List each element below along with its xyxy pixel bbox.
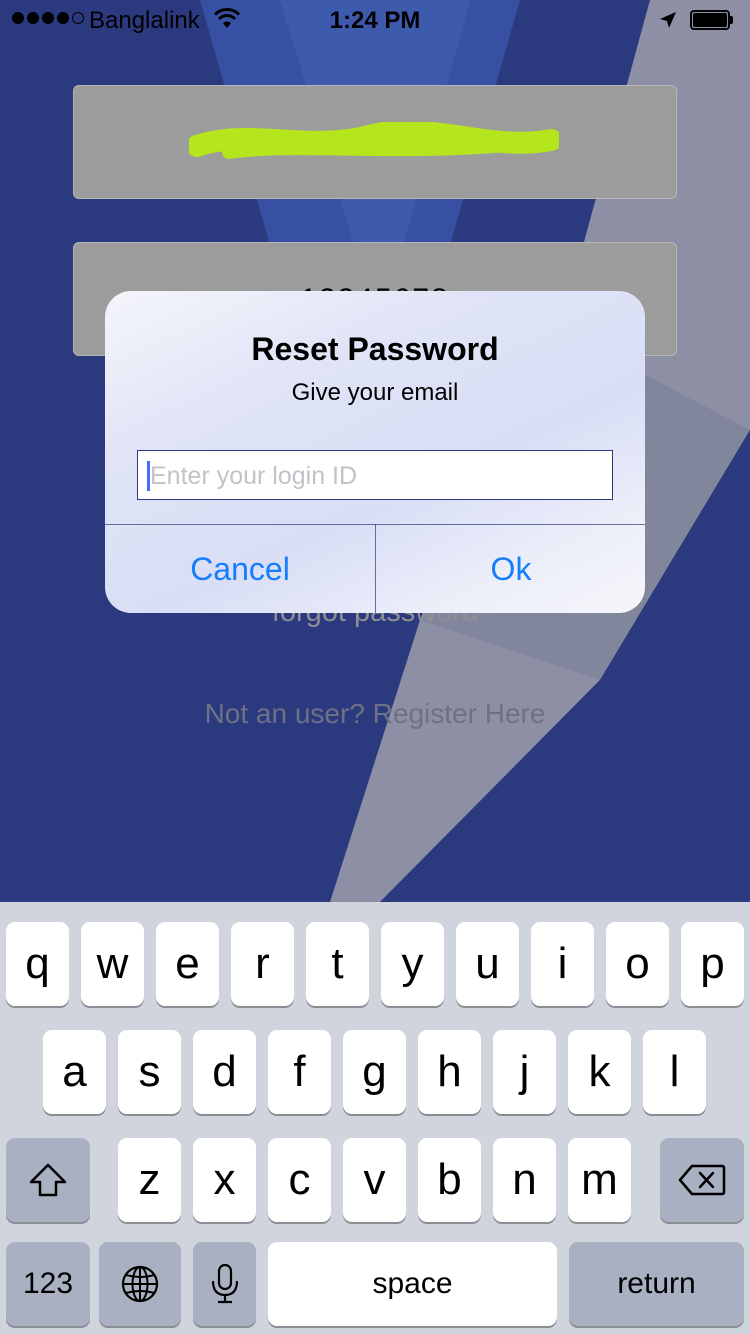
status-bar: Banglalink 1:24 PM bbox=[0, 0, 750, 40]
alert-message: Give your email bbox=[291, 379, 459, 406]
battery-icon bbox=[690, 10, 734, 30]
key-e[interactable]: e bbox=[156, 922, 219, 1006]
key-h[interactable]: h bbox=[418, 1030, 481, 1114]
login-id-input[interactable] bbox=[148, 451, 602, 501]
key-v[interactable]: v bbox=[343, 1138, 406, 1222]
key-q[interactable]: q bbox=[6, 922, 69, 1006]
key-a[interactable]: a bbox=[43, 1030, 106, 1114]
status-time: 1:24 PM bbox=[329, 7, 421, 34]
key-s[interactable]: s bbox=[118, 1030, 181, 1114]
text-cursor bbox=[147, 461, 150, 491]
microphone-icon bbox=[211, 1263, 238, 1304]
ok-button[interactable]: Ok bbox=[376, 525, 645, 613]
key-c[interactable]: c bbox=[268, 1138, 331, 1222]
key-j[interactable]: j bbox=[493, 1030, 556, 1114]
dictation-key[interactable] bbox=[193, 1242, 256, 1326]
space-key[interactable]: space bbox=[268, 1242, 557, 1326]
key-b[interactable]: b bbox=[418, 1138, 481, 1222]
backspace-icon bbox=[678, 1164, 726, 1196]
alert-title: Reset Password bbox=[251, 331, 499, 367]
globe-key[interactable] bbox=[99, 1242, 181, 1326]
cancel-button[interactable]: Cancel bbox=[105, 525, 375, 613]
login-id-input-box[interactable] bbox=[137, 450, 613, 501]
key-y[interactable]: y bbox=[381, 922, 444, 1006]
key-n[interactable]: n bbox=[493, 1138, 556, 1222]
location-arrow-icon bbox=[658, 9, 678, 37]
key-p[interactable]: p bbox=[681, 922, 744, 1006]
reset-password-alert: Reset Password Give your email Cancel Ok bbox=[105, 291, 645, 613]
globe-icon bbox=[121, 1265, 159, 1303]
return-key[interactable]: return bbox=[569, 1242, 744, 1326]
key-i[interactable]: i bbox=[531, 922, 594, 1006]
numbers-key[interactable]: 123 bbox=[6, 1242, 90, 1326]
key-x[interactable]: x bbox=[193, 1138, 256, 1222]
email-field[interactable] bbox=[73, 85, 677, 199]
key-t[interactable]: t bbox=[306, 922, 369, 1006]
shift-icon bbox=[29, 1163, 67, 1197]
key-z[interactable]: z bbox=[118, 1138, 181, 1222]
keyboard: q w e r t y u i o p a s d f g h j k l z … bbox=[0, 902, 750, 1334]
key-k[interactable]: k bbox=[568, 1030, 631, 1114]
key-m[interactable]: m bbox=[568, 1138, 631, 1222]
key-d[interactable]: d bbox=[193, 1030, 256, 1114]
key-f[interactable]: f bbox=[268, 1030, 331, 1114]
key-o[interactable]: o bbox=[606, 922, 669, 1006]
shift-key[interactable] bbox=[6, 1138, 90, 1222]
key-l[interactable]: l bbox=[643, 1030, 706, 1114]
backspace-key[interactable] bbox=[660, 1138, 744, 1222]
key-w[interactable]: w bbox=[81, 922, 144, 1006]
key-g[interactable]: g bbox=[343, 1030, 406, 1114]
key-u[interactable]: u bbox=[456, 922, 519, 1006]
key-r[interactable]: r bbox=[231, 922, 294, 1006]
redaction-scribble bbox=[189, 122, 559, 159]
register-link[interactable]: Not an user? Register Here bbox=[0, 698, 750, 730]
